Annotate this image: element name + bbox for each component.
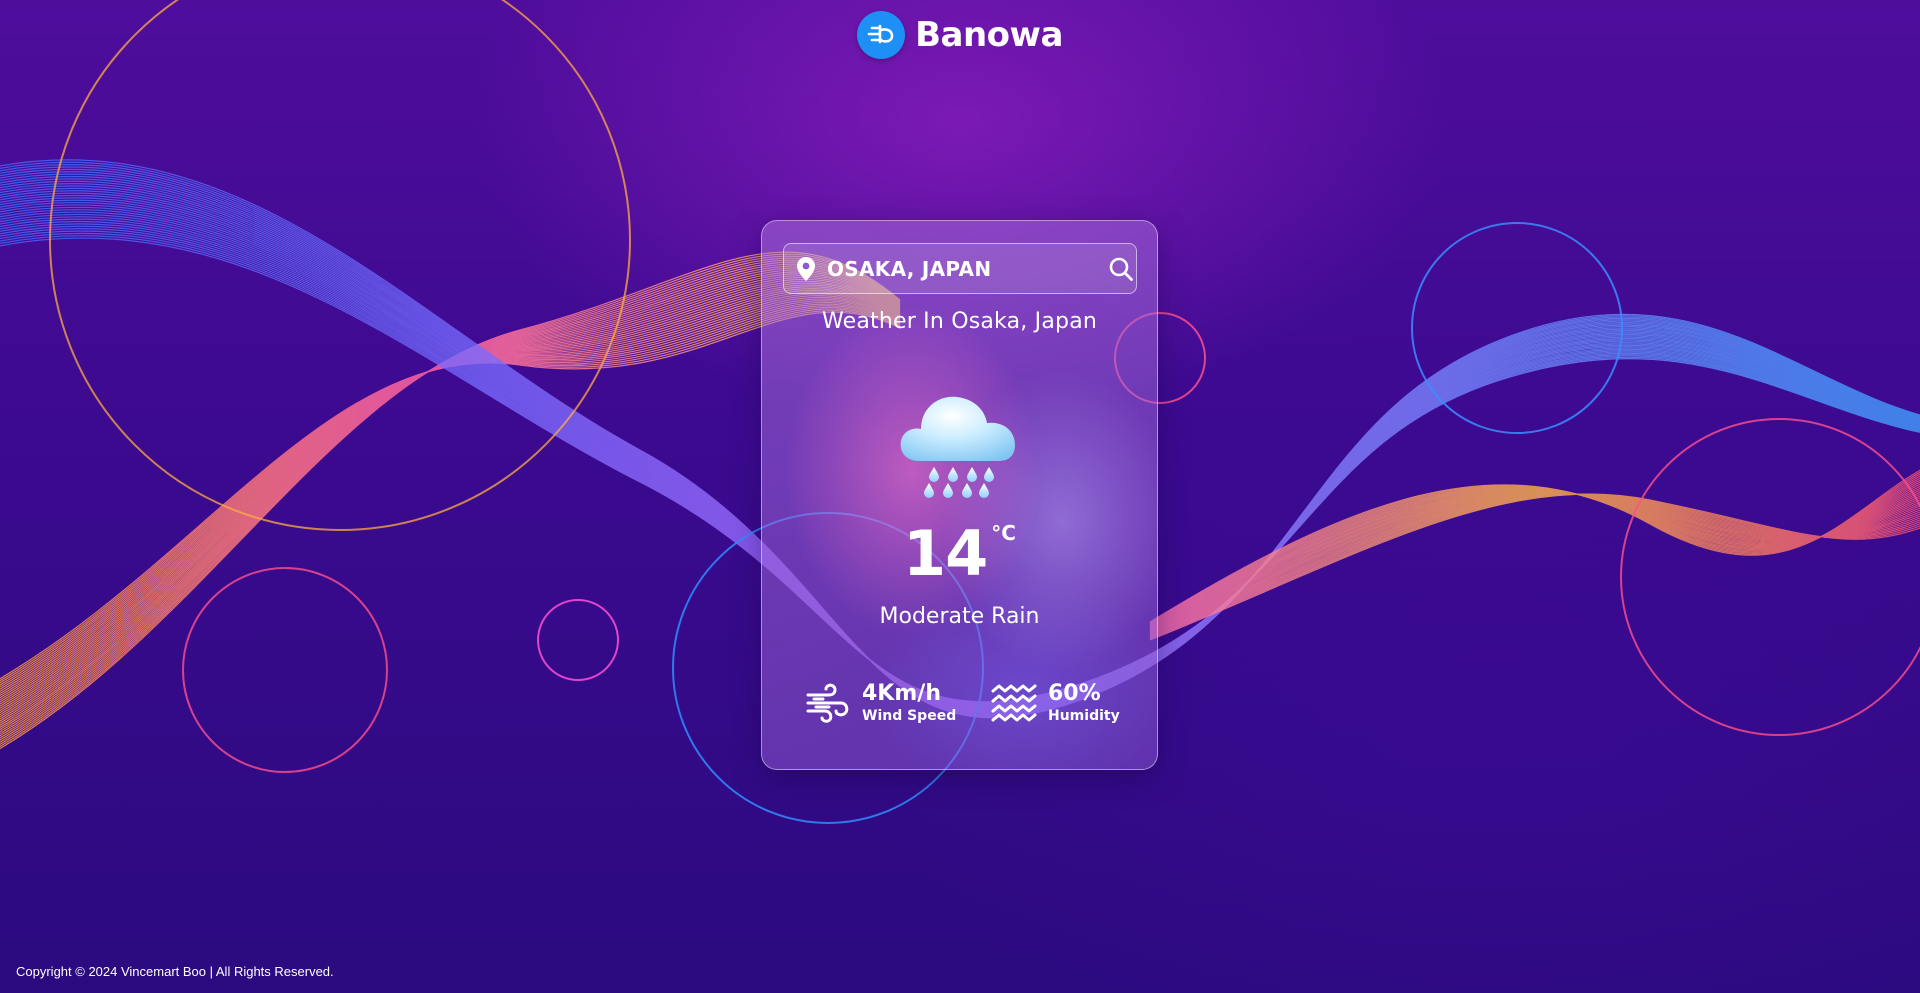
wind-speed-value: 4Km/h <box>862 680 941 706</box>
temperature-display: 14 °C <box>762 517 1157 590</box>
temperature-unit: °C <box>991 521 1016 545</box>
search-bar <box>783 243 1137 294</box>
humidity-waves-icon <box>990 679 1038 727</box>
wind-icon <box>804 679 852 727</box>
site-header: Banowa <box>0 9 1920 61</box>
humidity-label: Humidity <box>1048 708 1120 725</box>
rain-cloud-icon <box>893 369 1027 503</box>
humidity-stat: 60% Humidity <box>990 679 1120 727</box>
search-icon[interactable] <box>1108 254 1134 284</box>
logo-icon[interactable] <box>857 11 906 59</box>
wave-line <box>1149 485 1920 628</box>
weather-card: Weather In Osaka, Japan <box>761 220 1158 770</box>
location-title: Weather In Osaka, Japan <box>821 309 1098 334</box>
copyright-footer: Copyright © 2024 Vincemart Boo | All Rig… <box>16 964 334 979</box>
weather-details: 4Km/h Wind Speed 60% Humidity <box>762 679 1157 739</box>
wave-line <box>1149 489 1920 629</box>
wind-speed-label: Wind Speed <box>862 708 957 725</box>
weather-condition: Moderate Rain <box>879 604 1040 629</box>
brand-name[interactable]: Banowa <box>915 15 1063 55</box>
wind-speed-stat: 4Km/h Wind Speed <box>804 679 956 727</box>
location-pin-icon <box>796 256 816 282</box>
city-search-input[interactable] <box>825 255 1108 282</box>
humidity-value: 60% <box>1048 680 1101 706</box>
wave-line <box>1149 487 1920 629</box>
temperature-value: 14 <box>903 517 988 590</box>
